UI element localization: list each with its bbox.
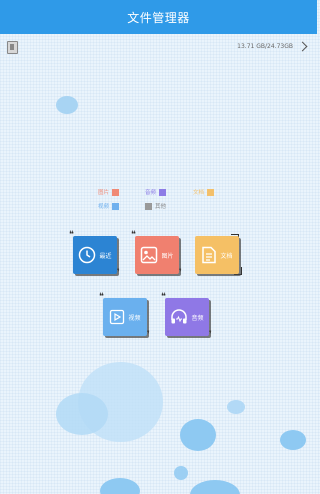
decorative-bubble [56, 393, 108, 435]
category-label: 视频 [128, 314, 141, 322]
page-title: 文件管理器 [127, 10, 190, 25]
category-images-button[interactable]: 图片 [135, 236, 179, 274]
decorative-bubble [100, 478, 140, 494]
legend-label: 视频 [98, 204, 110, 210]
storage-usage[interactable]: 13.71 GB/24.73GB [237, 43, 293, 50]
play-icon [109, 309, 125, 325]
category-recent-button[interactable]: 最近 [73, 236, 117, 274]
chevron-right-icon[interactable] [297, 41, 308, 52]
legend-item-documents: 文档 [193, 188, 215, 196]
category-video-button[interactable]: 视频 [103, 298, 147, 336]
category-label: 最近 [99, 252, 112, 260]
legend-label: 音频 [145, 190, 157, 196]
legend-label: 文档 [193, 190, 205, 196]
legend-swatch [207, 188, 215, 196]
legend-swatch [112, 188, 120, 196]
legend-item-other: 其他 [145, 202, 166, 210]
decorative-bubble [174, 466, 188, 480]
legend-item-images: 图片 [98, 188, 120, 196]
category-documents-button[interactable]: 文档 [195, 236, 239, 274]
legend-item-video: 视频 [98, 202, 120, 210]
legend-item-audio: 音频 [145, 188, 167, 196]
sd-card-icon [7, 41, 18, 54]
decorative-bubble [56, 96, 78, 114]
legend-swatch [145, 202, 152, 210]
category-audio-button[interactable]: 音频 [165, 298, 209, 336]
decorative-bubble [280, 430, 306, 450]
decorative-bubble [190, 480, 240, 494]
legend-label: 其他 [155, 204, 167, 210]
decorative-bubble [227, 400, 245, 414]
image-icon [140, 246, 158, 264]
legend-swatch [159, 188, 167, 196]
decorative-bubble [180, 419, 216, 451]
document-icon [201, 246, 217, 264]
clock-icon [78, 246, 96, 264]
legend-label: 图片 [98, 190, 110, 196]
category-label: 文档 [220, 252, 233, 260]
headphones-icon [170, 309, 188, 325]
category-label: 音频 [191, 314, 204, 322]
category-label: 图片 [161, 252, 174, 260]
legend-swatch [112, 202, 120, 210]
title-bar: 文件管理器 [0, 0, 317, 34]
